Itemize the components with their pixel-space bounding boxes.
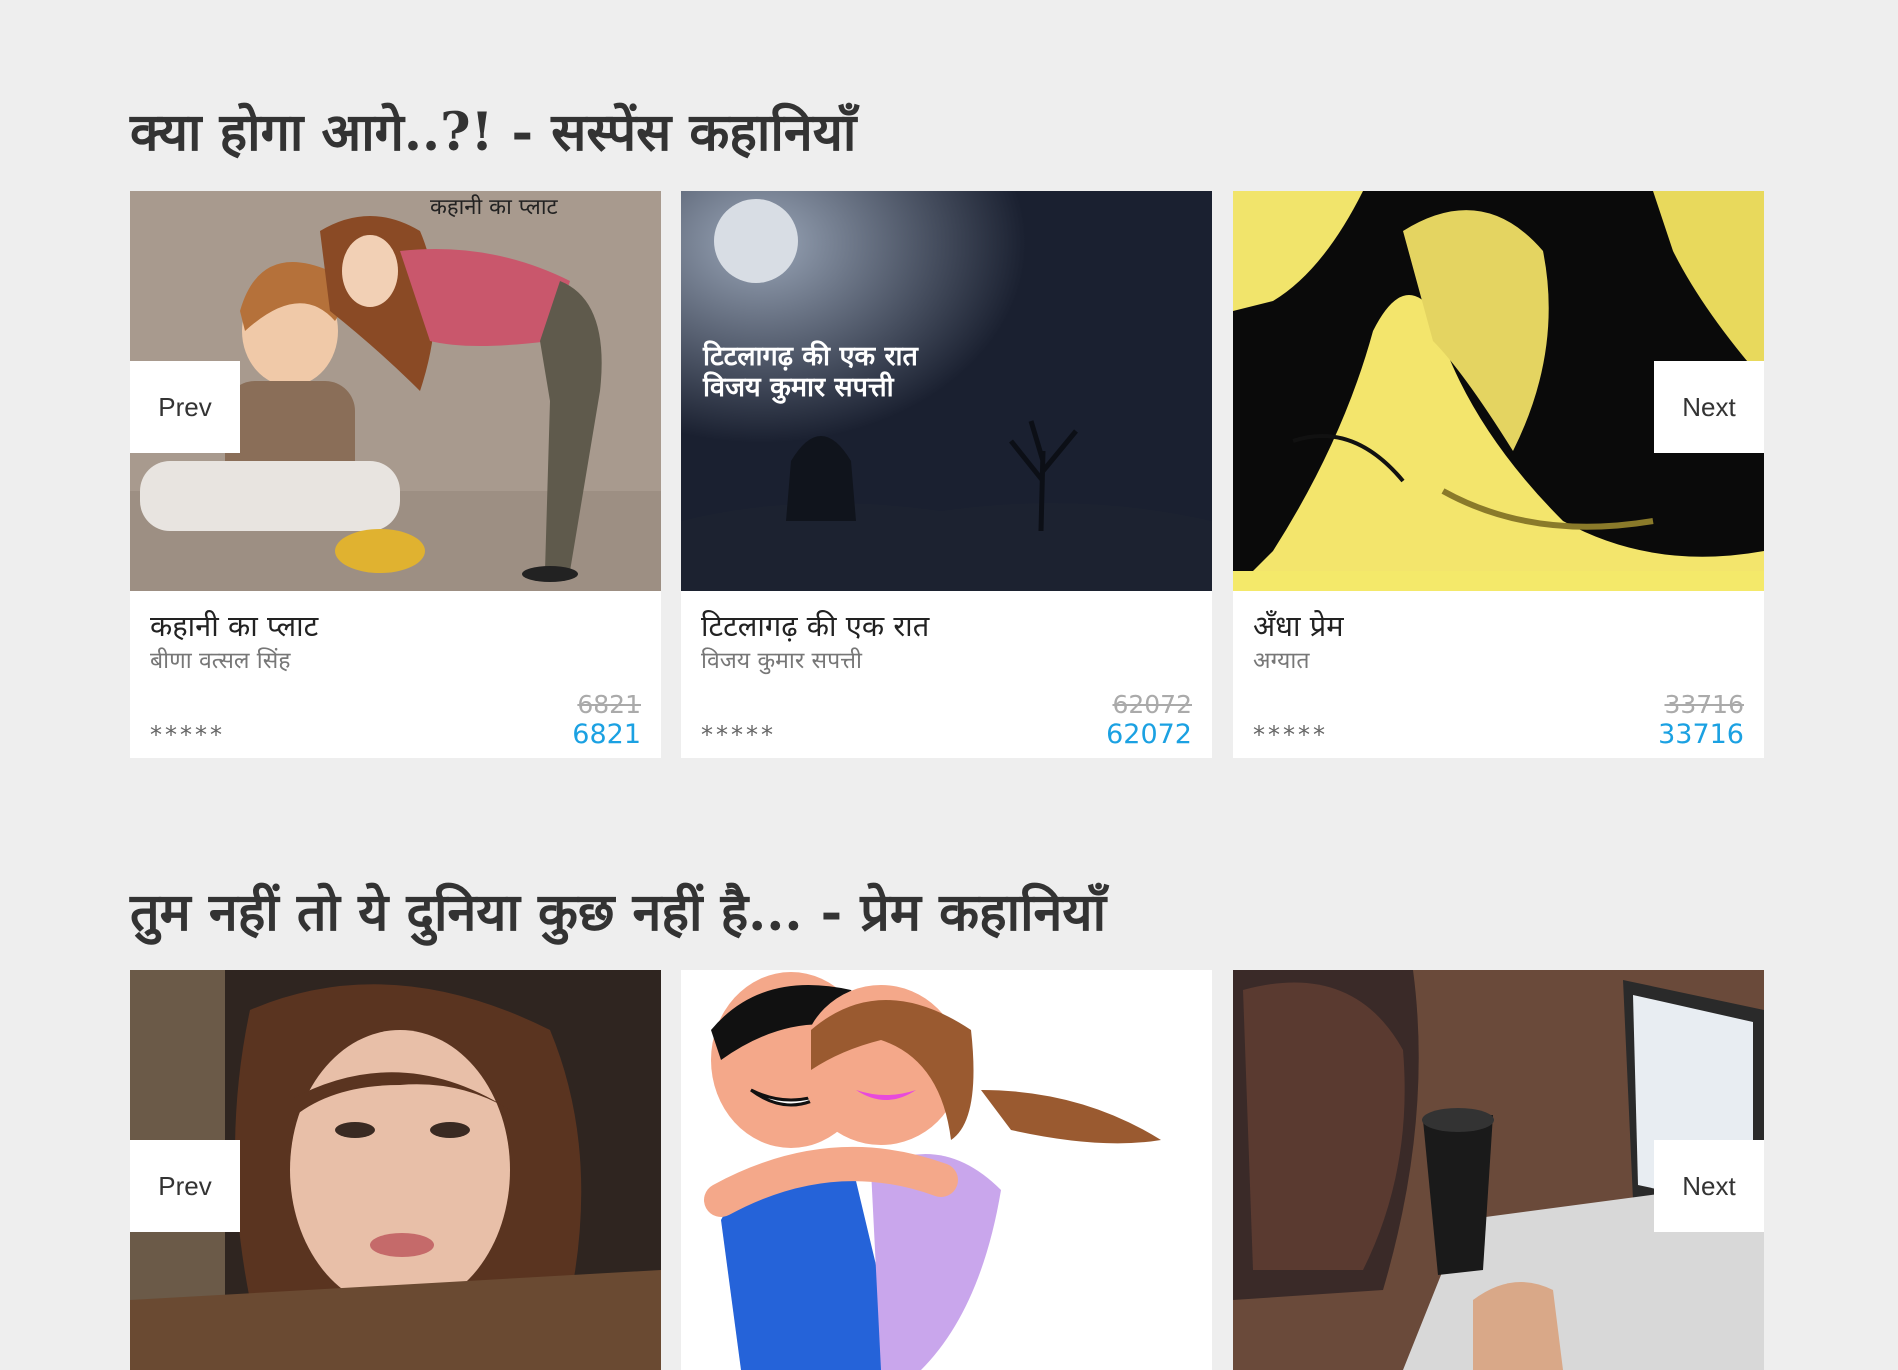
- rating-stars: *****: [1253, 721, 1328, 749]
- story-author[interactable]: अग्यात: [1253, 643, 1309, 675]
- old-read-count: 6821: [577, 690, 641, 719]
- cover-caption-line: विजय कुमार सपत्ती: [703, 372, 894, 403]
- story-author[interactable]: बीणा वत्सल सिंह: [150, 643, 291, 675]
- next-button[interactable]: Next: [1654, 1140, 1764, 1232]
- story-title[interactable]: टिटलागढ़ की एक रात: [701, 606, 929, 645]
- old-read-count: 33716: [1664, 690, 1744, 719]
- next-button[interactable]: Next: [1654, 361, 1764, 453]
- story-cover-image[interactable]: [681, 970, 1212, 1370]
- rating-stars: *****: [150, 721, 225, 749]
- prev-button[interactable]: Prev: [130, 361, 240, 453]
- cover-caption: टिटलागढ़ की एक रात विजय कुमार सपत्ती: [703, 341, 918, 403]
- section-title: क्या होगा आगे..?! - सस्पेंस कहानियाँ: [130, 102, 857, 163]
- cover-illustration-hug: [681, 970, 1212, 1370]
- story-title[interactable]: अँधा प्रेम: [1253, 606, 1344, 645]
- rating-stars: *****: [701, 721, 776, 749]
- story-card[interactable]: [681, 970, 1212, 1370]
- story-title[interactable]: कहानी का प्लाट: [150, 606, 318, 645]
- read-count: 33716: [1658, 719, 1744, 750]
- cover-caption-line: टिटलागढ़ की एक रात: [703, 341, 918, 372]
- story-author[interactable]: विजय कुमार सपत्ती: [701, 643, 862, 675]
- old-read-count: 62072: [1112, 690, 1192, 719]
- story-card[interactable]: अँधा प्रेम अग्यात ***** 33716 33716: [1233, 191, 1764, 758]
- story-card[interactable]: कहानी का प्लाट कहानी का प्लाट बीणा वत्सल…: [130, 191, 661, 758]
- section-title: तुम नहीं तो ये दुनिया कुछ नहीं है... - प…: [130, 882, 1107, 943]
- story-carousel: कहानी का प्लाट कहानी का प्लाट बीणा वत्सल…: [130, 191, 1764, 761]
- read-count: 6821: [572, 719, 641, 750]
- story-carousel: Prev Next: [130, 970, 1764, 1370]
- cover-caption: कहानी का प्लाट: [430, 195, 558, 220]
- story-cover-image[interactable]: टिटलागढ़ की एक रात विजय कुमार सपत्ती: [681, 191, 1212, 591]
- story-card[interactable]: टिटलागढ़ की एक रात विजय कुमार सपत्ती टिट…: [681, 191, 1212, 758]
- read-count: 62072: [1106, 719, 1192, 750]
- prev-button[interactable]: Prev: [130, 1140, 240, 1232]
